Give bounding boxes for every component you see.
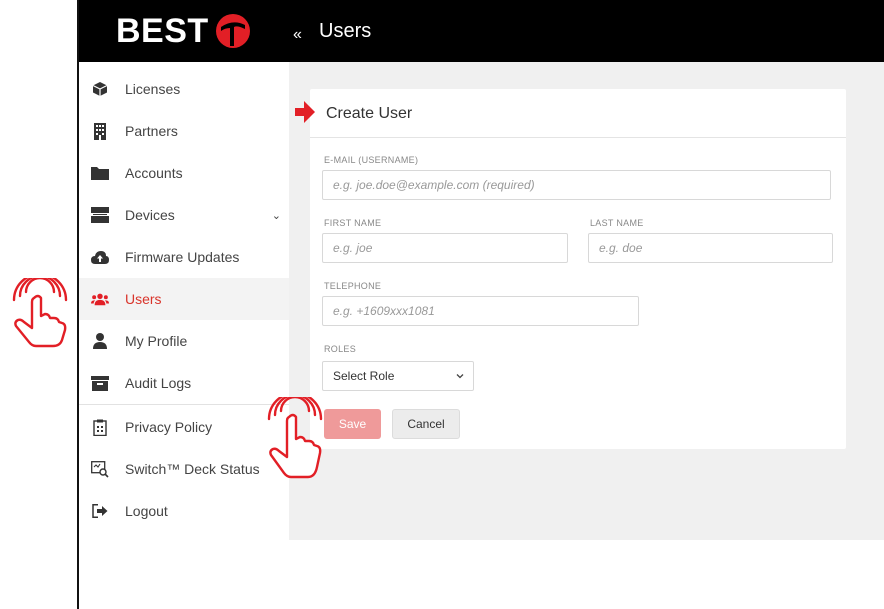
sidebar-item-label: Switch™ Deck Status: [125, 461, 260, 477]
email-label: E-MAIL (USERNAME): [324, 155, 419, 165]
first-name-label: FIRST NAME: [324, 218, 382, 228]
sidebar-item-firmware-updates[interactable]: Firmware Updates: [79, 236, 289, 278]
card-header: Create User: [295, 89, 846, 138]
chevron-down-icon[interactable]: ⌄: [272, 209, 281, 222]
sidebar-item-label: My Profile: [125, 333, 188, 349]
sidebar-item-label: Privacy Policy: [125, 419, 213, 435]
users-icon: [91, 290, 109, 308]
sidebar-divider: [79, 404, 289, 405]
server-icon: [91, 206, 109, 224]
tap-hand-icon: [267, 397, 323, 479]
brand-name: BEST: [116, 11, 209, 50]
sidebar-collapse-button[interactable]: «: [293, 26, 302, 44]
last-name-input[interactable]: [588, 233, 833, 263]
clipboard-icon: [91, 418, 109, 436]
sidebar-item-label: Licenses: [125, 81, 181, 97]
sidebar: Licenses Partners Accounts Devices ⌄ Fir…: [79, 62, 289, 609]
pointer-arrow-icon: [295, 101, 315, 123]
email-input[interactable]: [322, 170, 831, 200]
sidebar-item-label: Partners: [125, 123, 178, 139]
user-icon: [91, 332, 109, 350]
sidebar-item-label: Accounts: [125, 165, 183, 181]
sidebar-item-label: Logout: [125, 503, 168, 519]
card-title: Create User: [326, 105, 413, 122]
sidebar-item-users[interactable]: Users: [79, 278, 289, 320]
create-user-card: Create User E-MAIL (USERNAME) FIRST NAME…: [295, 89, 846, 449]
sidebar-item-label: Users: [125, 291, 162, 307]
sidebar-item-audit-logs[interactable]: Audit Logs: [79, 362, 289, 404]
save-button[interactable]: Save: [324, 409, 381, 439]
sidebar-item-label: Firmware Updates: [125, 249, 240, 265]
sidebar-item-privacy-policy[interactable]: Privacy Policy: [79, 406, 289, 448]
sidebar-item-label: Audit Logs: [125, 375, 192, 391]
archive-icon: [91, 374, 109, 392]
folder-icon: [91, 164, 109, 182]
top-bar: BEST « Users: [79, 0, 884, 62]
cloud-upload-icon: [91, 248, 109, 266]
sidebar-item-accounts[interactable]: Accounts: [79, 152, 289, 194]
roles-label: ROLES: [324, 344, 357, 354]
sidebar-item-licenses[interactable]: Licenses: [79, 68, 289, 110]
telephone-input[interactable]: [322, 296, 639, 326]
box-icon: [91, 80, 109, 98]
last-name-label: LAST NAME: [590, 218, 644, 228]
sidebar-item-partners[interactable]: Partners: [79, 110, 289, 152]
roles-selected-value: Select Role: [333, 369, 395, 383]
logout-icon: [91, 502, 109, 520]
page-title: Users: [319, 20, 372, 42]
building-icon: [91, 122, 109, 140]
roles-select[interactable]: Select Role: [322, 361, 474, 391]
main-content: Create User E-MAIL (USERNAME) FIRST NAME…: [289, 62, 884, 540]
brand-mark-icon: [215, 14, 250, 48]
telephone-label: TELEPHONE: [324, 281, 382, 291]
sidebar-item-switch-deck-status[interactable]: Switch™ Deck Status: [79, 448, 289, 490]
brand-logo[interactable]: BEST: [116, 12, 251, 50]
cancel-button[interactable]: Cancel: [392, 409, 460, 439]
sidebar-item-my-profile[interactable]: My Profile: [79, 320, 289, 362]
screen-search-icon: [91, 460, 109, 478]
sidebar-item-logout[interactable]: Logout: [79, 490, 289, 532]
first-name-input[interactable]: [322, 233, 568, 263]
chevron-down-icon: [456, 374, 464, 379]
tap-hand-icon: [12, 278, 68, 348]
sidebar-item-label: Devices: [125, 207, 175, 223]
sidebar-item-devices[interactable]: Devices ⌄: [79, 194, 289, 236]
